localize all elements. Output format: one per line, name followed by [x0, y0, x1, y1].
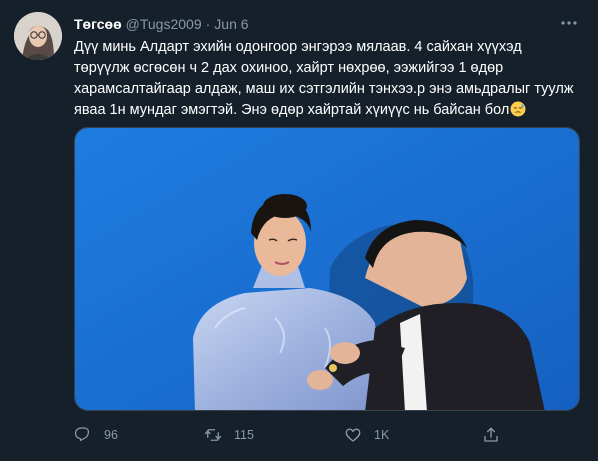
tweet-date[interactable]: Jun 6	[214, 16, 248, 32]
retweet-count: 115	[234, 428, 254, 442]
retweet-icon	[204, 429, 222, 441]
tweet-text-line: яваа 1н мундаг эмэгтэй. Энэ өдөр хайртай…	[74, 100, 574, 121]
tweet[interactable]: Төгсөө @Tugs2009 · Jun 6 Дүү минь Алдарт…	[0, 0, 598, 461]
avatar-image	[14, 12, 62, 60]
like-button[interactable]: 1K	[344, 426, 389, 444]
separator: ·	[205, 16, 211, 32]
share-button[interactable]	[482, 426, 500, 444]
tweet-photo[interactable]	[74, 127, 580, 411]
sad-relieved-face-emoji	[510, 101, 526, 117]
more-dots-icon[interactable]	[558, 14, 580, 32]
tweet-text-line-content: яваа 1н мундаг эмэгтэй. Энэ өдөр хайртай…	[74, 102, 510, 118]
author-name[interactable]: Төгсөө	[74, 16, 122, 32]
retweet-button[interactable]: 115	[204, 426, 254, 444]
photo-image	[75, 128, 579, 410]
like-count: 1K	[374, 428, 390, 442]
author-handle[interactable]: @Tugs2009	[126, 16, 202, 32]
reply-icon	[74, 427, 90, 442]
tweet-text-line: төрүүлж өсгөсөн ч 2 дах охиноо, хайрт нө…	[74, 60, 504, 76]
share-icon	[484, 427, 498, 442]
reply-count: 96	[104, 428, 118, 442]
tweet-header: Төгсөө @Tugs2009 · Jun 6	[74, 14, 249, 34]
tweet-actions: 96 115 1K	[74, 424, 554, 446]
heart-icon	[345, 428, 361, 442]
avatar[interactable]	[14, 12, 62, 60]
reply-button[interactable]: 96	[74, 426, 118, 444]
tweet-text-line: харамсалтайгаар алдаж, маш их сэтгэлийн …	[74, 81, 574, 97]
tweet-text-line: Дүү минь Алдарт эхийн одонгоор энгэрээ м…	[74, 39, 522, 55]
tweet-text: Дүү минь Алдарт эхийн одонгоор энгэрээ м…	[74, 37, 574, 121]
